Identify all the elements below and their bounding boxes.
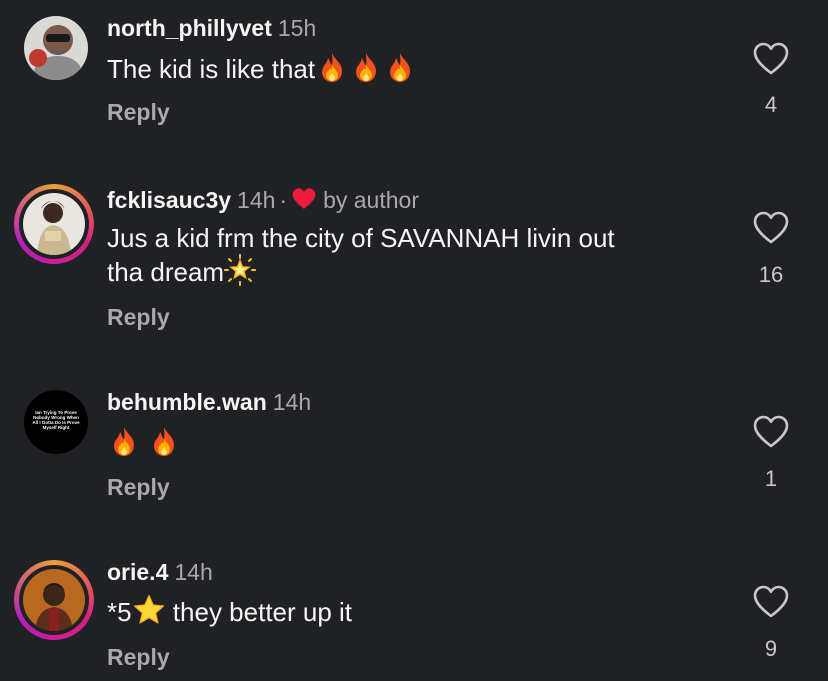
avatar-photo [23,193,85,255]
username[interactable]: orie.4 [107,559,168,585]
author-liked-label: by author [323,187,419,213]
comment-text: The kid is like that [107,51,727,90]
like-button[interactable] [753,211,789,245]
reply-button[interactable]: Reply [107,304,170,331]
avatar-story-ring[interactable] [14,560,94,640]
comment-text-line: tha dream [107,254,727,293]
star-emoji [132,594,166,633]
fire-emoji [315,51,349,90]
avatar-story-ring[interactable] [14,184,94,264]
fire-emoji [147,425,181,464]
heart-outline-icon [753,585,789,618]
reply-button[interactable]: Reply [107,99,170,126]
like-button[interactable] [753,42,789,76]
comment-text [107,425,727,464]
comment-text-prefix: *5 [107,597,132,627]
like-count: 16 [758,262,784,287]
reply-button[interactable]: Reply [107,644,170,671]
reply-button[interactable]: Reply [107,474,170,501]
comment-text-body: they better up it [165,597,353,627]
username[interactable]: north_phillyvet [107,15,272,41]
like-button[interactable] [753,415,789,449]
like-count: 9 [764,636,778,661]
timestamp: 14h [272,389,312,415]
comment-text-body: The kid is like that [107,54,316,84]
like-button[interactable] [753,585,789,619]
fire-emoji [383,51,417,90]
fire-emoji [107,425,141,464]
heart-outline-icon [753,211,789,244]
fire-emoji [349,51,383,90]
avatar-text-image: Ian Trying To Prove Nobody Wrong When Al… [32,410,80,430]
avatar[interactable]: Ian Trying To Prove Nobody Wrong When Al… [24,390,88,454]
separator: · [279,187,288,213]
avatar-photo [24,16,88,80]
username[interactable]: behumble.wan [107,389,267,415]
timestamp: 14h [174,559,213,585]
comment-header: north_phillyvet 15h [107,14,316,42]
like-count: 4 [764,92,778,117]
comment-header: fcklisauc3y 14h · by author [107,186,419,217]
heart-filled-icon [291,187,317,217]
comment-header: orie.4 14h [107,558,213,586]
timestamp: 14h [237,187,276,213]
like-count: 1 [764,466,778,491]
comment-text: *5 they better up it [107,594,727,633]
comment-text-body: tha dream [107,257,225,287]
avatar[interactable] [24,16,88,80]
comment-header: behumble.wan 14h [107,388,311,416]
comment-text: Jus a kid frm the city of SAVANNAH livin… [107,222,727,293]
heart-outline-icon [753,415,789,448]
avatar-photo [23,569,85,631]
comment-text-line: Jus a kid frm the city of SAVANNAH livin… [107,223,615,253]
username[interactable]: fcklisauc3y [107,187,231,213]
avatar [23,193,85,255]
avatar [23,569,85,631]
timestamp: 15h [277,15,317,41]
heart-outline-icon [753,42,789,75]
glowing-star-emoji [224,254,257,293]
